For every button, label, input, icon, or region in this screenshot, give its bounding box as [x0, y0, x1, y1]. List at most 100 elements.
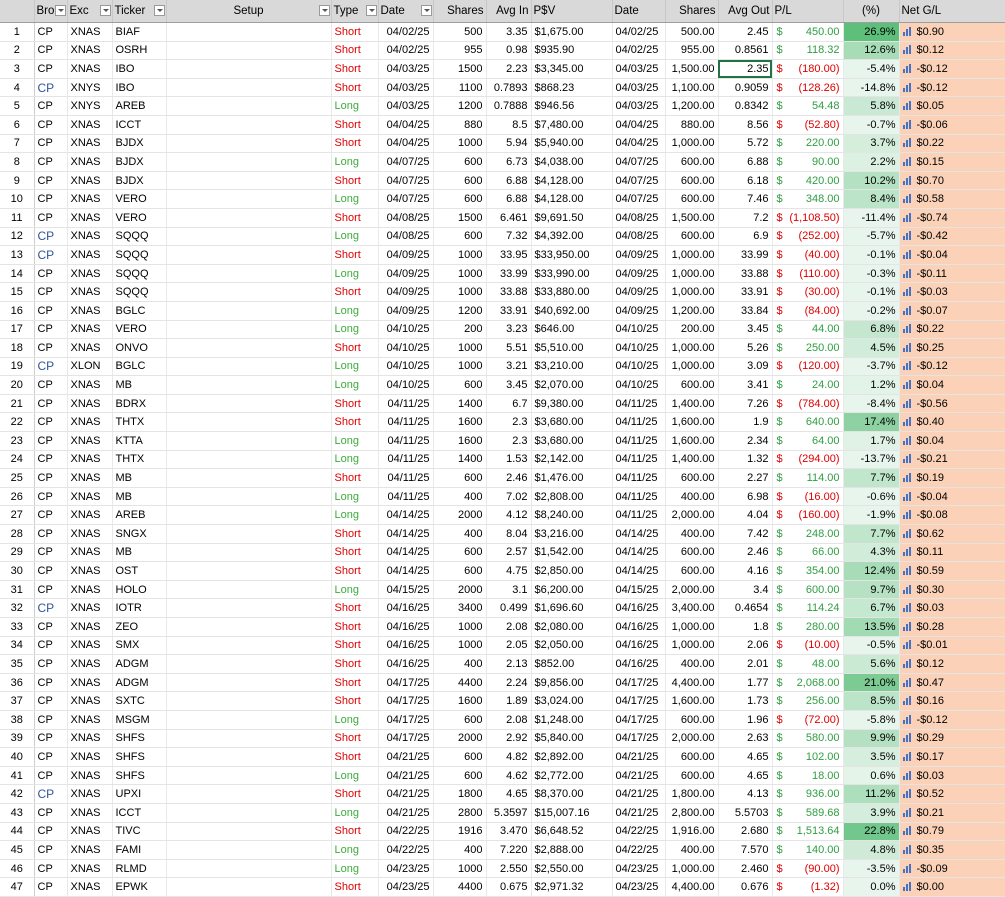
ticker-cell[interactable]: OSRH [112, 41, 167, 61]
type-cell[interactable]: Long [331, 450, 379, 470]
shares-cell[interactable]: 400 [433, 840, 487, 860]
exit-date-cell[interactable]: 04/04/25 [612, 115, 666, 135]
entry-date-cell[interactable]: 04/21/25 [378, 766, 434, 786]
entry-date-cell[interactable]: 04/17/25 [378, 673, 434, 693]
broker-cell[interactable]: CP [34, 598, 68, 618]
shares-cell[interactable]: 400 [433, 654, 487, 674]
broker-cell[interactable]: CP [34, 561, 68, 581]
setup-cell[interactable] [166, 617, 332, 637]
entry-date-cell[interactable]: 04/14/25 [378, 543, 434, 563]
setup-cell[interactable] [166, 134, 332, 154]
position-value-cell[interactable]: $15,007.16 [531, 803, 613, 823]
ticker-cell[interactable]: THTX [112, 412, 167, 433]
avg-out-cell[interactable]: 7.570 [718, 840, 773, 860]
avg-in-cell[interactable]: 1.53 [486, 450, 532, 470]
ticker-cell[interactable]: MB [112, 543, 167, 563]
exchange-cell[interactable]: XLON [67, 357, 113, 377]
exit-shares-cell[interactable]: 3,400.00 [665, 598, 719, 618]
broker-cell[interactable]: CP [34, 710, 68, 730]
avg-out-cell[interactable]: 4.04 [718, 505, 773, 526]
avg-out-cell[interactable]: 0.8561 [718, 41, 773, 61]
avg-out-cell[interactable]: 1.73 [718, 691, 773, 711]
type-cell[interactable]: Short [331, 134, 379, 154]
exit-shares-cell[interactable]: 4,400.00 [665, 673, 719, 693]
broker-cell[interactable]: CP [34, 338, 68, 358]
pl-cell[interactable]: $420.00 [772, 171, 844, 191]
type-cell[interactable]: Short [331, 524, 379, 544]
pct-cell[interactable]: 5.8% [843, 96, 900, 116]
broker-cell[interactable]: CP [34, 41, 68, 61]
exit-date-cell[interactable]: 04/04/25 [612, 134, 666, 154]
avg-out-cell[interactable]: 6.88 [718, 152, 773, 172]
pct-cell[interactable]: 21.0% [843, 673, 900, 693]
exit-date-cell[interactable]: 04/11/25 [612, 487, 666, 507]
broker-cell[interactable]: CP [34, 375, 68, 395]
setup-cell[interactable] [166, 636, 332, 656]
position-value-cell[interactable]: $4,128.00 [531, 189, 613, 209]
pct-cell[interactable]: -5.7% [843, 227, 900, 247]
avg-out-cell[interactable]: 33.99 [718, 245, 773, 265]
shares-cell[interactable]: 1000 [433, 245, 487, 265]
exit-shares-cell[interactable]: 1,000.00 [665, 264, 719, 284]
position-value-cell[interactable]: $646.00 [531, 320, 613, 340]
pl-cell[interactable]: $18.00 [772, 766, 844, 786]
ticker-cell[interactable]: BJDX [112, 134, 167, 154]
type-cell[interactable]: Short [331, 59, 379, 79]
type-cell[interactable]: Short [331, 636, 379, 656]
net-gl-cell[interactable]: -$0.06 [899, 115, 1005, 135]
type-cell[interactable]: Short [331, 747, 379, 767]
ticker-cell[interactable]: AREB [112, 505, 167, 526]
type-cell[interactable]: Long [331, 264, 379, 284]
entry-date-cell[interactable]: 04/03/25 [378, 96, 434, 116]
net-gl-cell[interactable]: $0.59 [899, 561, 1005, 581]
exit-shares-cell[interactable]: 600.00 [665, 189, 719, 209]
setup-cell[interactable] [166, 784, 332, 804]
broker-cell[interactable]: CP [34, 282, 68, 302]
exit-date-cell[interactable]: 04/03/25 [612, 78, 666, 98]
shares-cell[interactable]: 880 [433, 115, 487, 135]
exit-date-cell[interactable]: 04/09/25 [612, 245, 666, 265]
position-value-cell[interactable]: $7,480.00 [531, 115, 613, 135]
shares-cell[interactable]: 2000 [433, 729, 487, 749]
pl-cell[interactable]: $280.00 [772, 617, 844, 637]
exit-shares-cell[interactable]: 400.00 [665, 524, 719, 544]
avg-out-cell[interactable]: 7.2 [718, 208, 773, 228]
setup-cell[interactable] [166, 524, 332, 544]
avg-in-cell[interactable]: 4.12 [486, 505, 532, 526]
shares-cell[interactable]: 1600 [433, 412, 487, 433]
exchange-cell[interactable]: XNAS [67, 598, 113, 618]
exit-shares-cell[interactable]: 4,400.00 [665, 877, 719, 897]
exit-shares-cell[interactable]: 1,200.00 [665, 96, 719, 116]
avg-in-cell[interactable]: 4.65 [486, 784, 532, 804]
avg-out-cell[interactable]: 2.46 [718, 543, 773, 563]
pl-cell[interactable]: $ (160.00) [772, 505, 844, 526]
exit-shares-cell[interactable]: 1,600.00 [665, 691, 719, 711]
pct-cell[interactable]: 12.4% [843, 561, 900, 581]
shares-cell[interactable]: 600 [433, 710, 487, 730]
exchange-cell[interactable]: XNAS [67, 301, 113, 321]
ticker-cell[interactable]: IOTR [112, 598, 167, 618]
avg-out-cell[interactable]: 2.06 [718, 636, 773, 656]
entry-date-cell[interactable]: 04/14/25 [378, 524, 434, 544]
pl-cell[interactable]: $114.24 [772, 598, 844, 618]
pct-cell[interactable]: 12.6% [843, 41, 900, 61]
type-cell[interactable]: Short [331, 41, 379, 61]
avg-in-cell[interactable]: 6.88 [486, 189, 532, 209]
type-cell[interactable]: Short [331, 22, 379, 42]
shares-cell[interactable]: 955 [433, 41, 487, 61]
ticker-cell[interactable]: OST [112, 561, 167, 581]
exit-shares-cell[interactable]: 1,500.00 [665, 59, 719, 79]
avg-in-cell[interactable]: 7.220 [486, 840, 532, 860]
shares-cell[interactable]: 4400 [433, 877, 487, 897]
broker-cell[interactable]: CP [34, 227, 68, 247]
shares-cell[interactable]: 3400 [433, 598, 487, 618]
pct-cell[interactable]: 4.3% [843, 543, 900, 563]
exit-shares-cell[interactable]: 1,000.00 [665, 282, 719, 302]
exit-shares-cell[interactable]: 2,000.00 [665, 729, 719, 749]
setup-cell[interactable] [166, 264, 332, 284]
avg-in-cell[interactable]: 5.3597 [486, 803, 532, 823]
position-value-cell[interactable]: $9,380.00 [531, 394, 613, 414]
position-value-cell[interactable]: $8,240.00 [531, 505, 613, 526]
pl-cell[interactable]: $450.00 [772, 22, 844, 42]
type-cell[interactable]: Long [331, 301, 379, 321]
